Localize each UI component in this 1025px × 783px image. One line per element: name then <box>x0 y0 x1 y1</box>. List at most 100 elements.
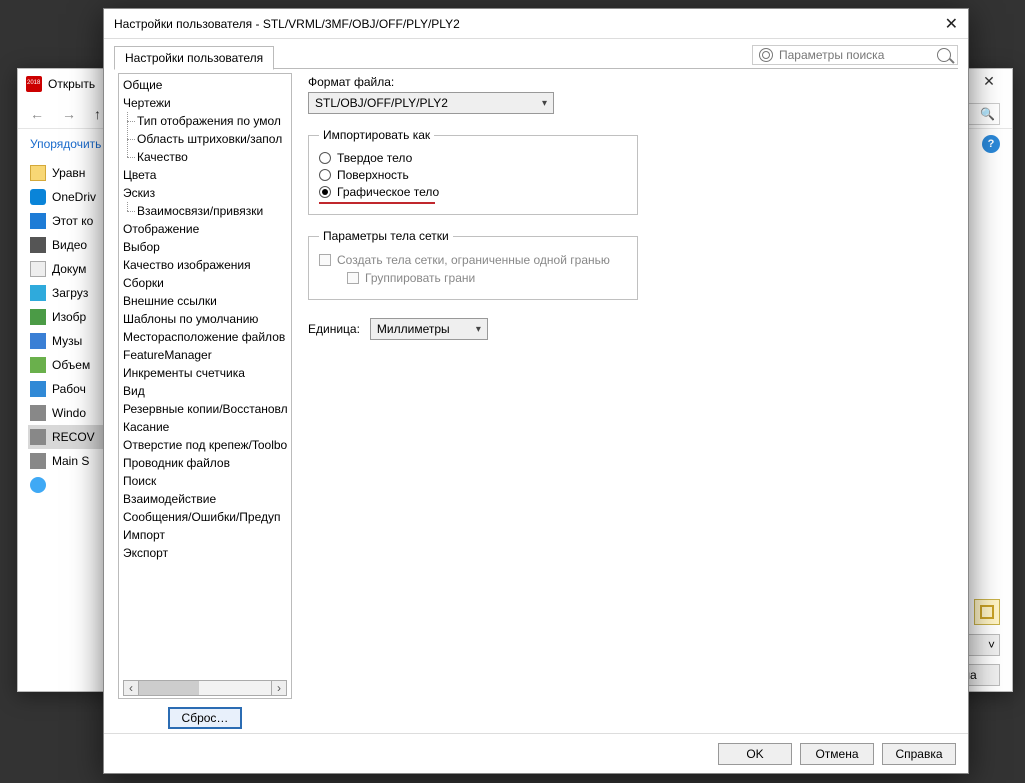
sidebar-item-label: Windo <box>52 406 86 420</box>
import-as-group: Импортировать как Твердое тело Поверхнос… <box>308 128 638 215</box>
onedrive-icon <box>30 189 46 205</box>
close-icon[interactable]: ✕ <box>972 73 1006 90</box>
highlight-underline <box>319 202 435 204</box>
unit-combo[interactable]: Миллиметры ▾ <box>370 318 488 340</box>
reset-button[interactable]: Сброс… <box>168 707 242 729</box>
sidebar-item-label: OneDriv <box>52 190 96 204</box>
drive-icon <box>30 453 46 469</box>
help-icon[interactable]: ? <box>982 135 1000 153</box>
tree-item[interactable]: Месторасположение файлов <box>123 328 291 346</box>
radio-graphic-body[interactable]: Графическое тело <box>319 185 627 199</box>
horizontal-scrollbar[interactable]: ‹ › <box>123 680 287 696</box>
tree-item[interactable]: FeatureManager <box>123 346 291 364</box>
file-format-combo[interactable]: STL/OBJ/OFF/PLY/PLY2 ▾ <box>308 92 554 114</box>
tree-item[interactable]: Проводник файлов <box>123 454 291 472</box>
cloud-icon <box>30 477 46 493</box>
tree-item[interactable]: Сборки <box>123 274 291 292</box>
tree-item[interactable]: Взаимосвязи/привязки <box>137 202 291 220</box>
checkbox-icon <box>347 272 359 284</box>
tree-item[interactable]: Сообщения/Ошибки/Предуп <box>123 508 291 526</box>
radio-icon <box>319 169 331 181</box>
sidebar-item-label: Этот ко <box>52 214 93 228</box>
nav-up-button[interactable]: ↑ <box>94 106 101 122</box>
chevron-down-icon: ▾ <box>542 98 547 109</box>
tree-item[interactable]: Общие <box>123 76 291 94</box>
sidebar-item-label: Видео <box>52 238 87 252</box>
vol-icon <box>30 357 46 373</box>
chevron-down-icon: ▾ <box>476 324 481 335</box>
doc-icon <box>30 261 46 277</box>
dialog-footer: OK Отмена Справка <box>104 733 968 773</box>
tree-item[interactable]: Чертежи <box>123 94 291 112</box>
sidebar-item-label: Докум <box>52 262 86 276</box>
tree-item[interactable]: Отображение <box>123 220 291 238</box>
tree-item[interactable]: Взаимодействие <box>123 490 291 508</box>
tab-user-settings[interactable]: Настройки пользователя <box>114 46 274 70</box>
tree-item[interactable]: Шаблоны по умолчанию <box>123 310 291 328</box>
nav-forward-button[interactable]: → <box>62 106 76 122</box>
mesh-params-legend: Параметры тела сетки <box>319 229 453 243</box>
mesh-body-params-group: Параметры тела сетки Создать тела сетки,… <box>308 229 638 300</box>
tree-item[interactable]: Качество <box>137 148 291 166</box>
tree-item[interactable]: Импорт <box>123 526 291 544</box>
close-icon[interactable]: ✕ <box>928 14 958 34</box>
thumbnail-toggle-button[interactable] <box>974 599 1000 625</box>
import-as-legend: Импортировать как <box>319 128 434 142</box>
scroll-left-button[interactable]: ‹ <box>123 680 139 696</box>
dialog-title: Настройки пользователя - STL/VRML/3MF/OB… <box>114 17 928 31</box>
tree-item[interactable]: Касание <box>123 418 291 436</box>
search-icon: 🔍 <box>980 107 995 121</box>
sidebar-item-label: Main S <box>52 454 89 468</box>
radio-icon <box>319 152 331 164</box>
sidebar-item-label: RECOV <box>52 430 95 444</box>
tree-item[interactable]: Отверстие под крепеж/Toolbо <box>123 436 291 454</box>
ok-button[interactable]: OK <box>718 743 792 765</box>
organize-menu[interactable]: Упорядочить <box>30 137 101 151</box>
tree-item[interactable]: Тип отображения по умол <box>137 112 291 130</box>
search-placeholder: Параметры поиска <box>779 48 931 62</box>
drive-icon <box>30 429 46 445</box>
tree-item[interactable]: Вид <box>123 382 291 400</box>
checkbox-create-mesh-bodies: Создать тела сетки, ограниченные одной г… <box>319 253 627 267</box>
pc-icon <box>30 213 46 229</box>
settings-category-tree[interactable]: ОбщиеЧертежиТип отображения по умолОблас… <box>118 73 292 699</box>
help-button[interactable]: Справка <box>882 743 956 765</box>
sidebar-item-label: Загруз <box>52 286 88 300</box>
tree-item[interactable]: Экспорт <box>123 544 291 562</box>
tree-item[interactable]: Область штриховки/запол <box>137 130 291 148</box>
cancel-button[interactable]: Отмена <box>800 743 874 765</box>
scroll-right-button[interactable]: › <box>271 680 287 696</box>
tree-item[interactable]: Внешние ссылки <box>123 292 291 310</box>
sidebar-item-label: Рабоч <box>52 382 86 396</box>
drive-icon <box>30 405 46 421</box>
scrollbar-thumb[interactable] <box>139 681 199 695</box>
tree-item[interactable]: Поиск <box>123 472 291 490</box>
music-icon <box>30 333 46 349</box>
desk-icon <box>30 381 46 397</box>
user-settings-dialog: Настройки пользователя - STL/VRML/3MF/OB… <box>103 8 969 774</box>
radio-solid-body[interactable]: Твердое тело <box>319 151 627 165</box>
gear-icon <box>759 48 773 62</box>
search-icon <box>937 48 951 62</box>
tree-item[interactable]: Качество изображения <box>123 256 291 274</box>
settings-search-input[interactable]: Параметры поиска <box>752 45 958 65</box>
tree-item[interactable]: Резервные копии/Восстановл <box>123 400 291 418</box>
nav-back-button[interactable]: ← <box>30 106 44 122</box>
video-icon <box>30 237 46 253</box>
radio-surface[interactable]: Поверхность <box>319 168 627 182</box>
app-icon <box>26 76 42 92</box>
folder-icon <box>30 165 46 181</box>
sidebar-item-label: Музы <box>52 334 82 348</box>
tree-item[interactable]: Выбор <box>123 238 291 256</box>
checkbox-icon <box>319 254 331 266</box>
tree-item[interactable]: Инкременты счетчика <box>123 364 291 382</box>
format-label: Формат файла: <box>308 75 950 89</box>
sidebar-item-label: Изобр <box>52 310 86 324</box>
dialog-titlebar: Настройки пользователя - STL/VRML/3MF/OB… <box>104 9 968 39</box>
radio-icon <box>319 186 331 198</box>
down-icon <box>30 285 46 301</box>
sidebar-item-label: Объем <box>52 358 90 372</box>
tree-item[interactable]: Цвета <box>123 166 291 184</box>
checkbox-group-faces: Группировать грани <box>347 271 627 285</box>
tree-item[interactable]: Эскиз <box>123 184 291 202</box>
